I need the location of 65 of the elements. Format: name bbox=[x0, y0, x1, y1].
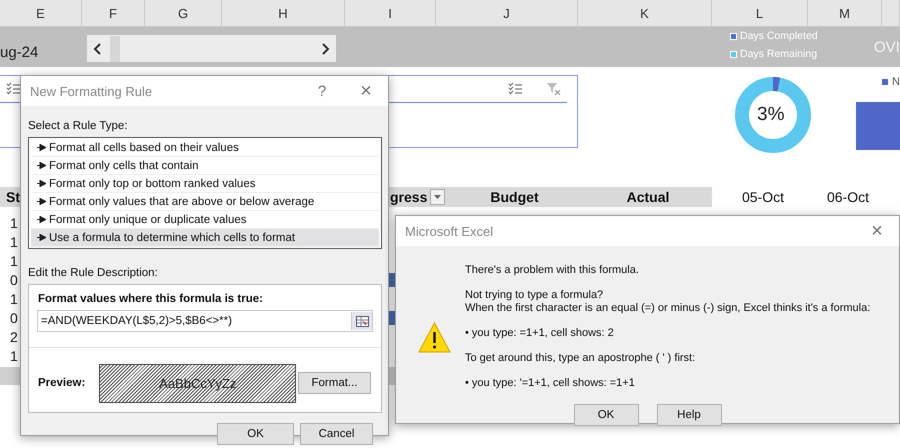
arrow-icon bbox=[37, 198, 46, 205]
column-header[interactable]: F bbox=[82, 0, 145, 26]
table-cell: 2 bbox=[10, 328, 18, 344]
column-header[interactable]: M bbox=[808, 0, 882, 26]
help-button[interactable]: ? bbox=[300, 76, 344, 106]
scroll-thumb[interactable] bbox=[110, 36, 120, 62]
column-header[interactable]: K bbox=[578, 0, 712, 26]
checklist-icon[interactable] bbox=[6, 82, 20, 96]
date-text: ug-24 bbox=[0, 44, 38, 61]
message-text: • you type: =1+1, cell shows: 2 bbox=[465, 327, 615, 340]
table-cell: 0 bbox=[10, 272, 18, 288]
close-button[interactable]: × bbox=[855, 216, 899, 246]
column-header[interactable]: H bbox=[222, 0, 345, 26]
column-heading: Actual bbox=[626, 189, 670, 205]
section-label: Select a Rule Type: bbox=[28, 120, 129, 132]
column-heading: 05-Oct bbox=[742, 189, 784, 205]
legend-item: N bbox=[882, 76, 900, 88]
formula-label: Format values where this formula is true: bbox=[38, 293, 264, 305]
formula-field[interactable]: =AND(WEEKDAY(L$5,2)>5,$B6<>**) bbox=[37, 310, 373, 332]
arrow-icon bbox=[37, 180, 46, 187]
column-heading: gress bbox=[390, 189, 428, 205]
close-button[interactable]: × bbox=[344, 76, 388, 106]
dialog-title: New Formatting Rule bbox=[30, 84, 154, 98]
table-cell: 1 bbox=[10, 214, 18, 230]
clear-filter-icon[interactable] bbox=[546, 82, 561, 96]
table-cell: 0 bbox=[10, 310, 18, 326]
scroll-bar[interactable] bbox=[87, 35, 336, 62]
warning-icon bbox=[418, 322, 451, 353]
column-header[interactable]: E bbox=[0, 0, 82, 26]
filter-dropdown[interactable] bbox=[430, 189, 445, 205]
preview-label: Preview: bbox=[38, 377, 86, 389]
table-cell: 1 bbox=[10, 290, 18, 306]
message-text: • you type: '=1+1, cell shows: =1+1 bbox=[465, 377, 636, 390]
table-cell: 1 bbox=[10, 252, 18, 268]
table-cell: 1 bbox=[10, 348, 18, 364]
ok-button[interactable]: OK bbox=[574, 404, 638, 426]
column-heading: Budget bbox=[490, 189, 539, 205]
arrow-icon bbox=[37, 162, 46, 169]
column-header[interactable]: I bbox=[345, 0, 436, 26]
column-heading: St bbox=[6, 189, 20, 205]
cancel-button[interactable]: Cancel bbox=[300, 423, 373, 445]
rule-type-item[interactable]: Use a formula to determine which cells to format bbox=[31, 229, 379, 247]
column-header[interactable]: J bbox=[436, 0, 578, 26]
chart-bar bbox=[856, 102, 900, 150]
arrow-icon bbox=[37, 234, 46, 241]
column-heading: 06-Oct bbox=[826, 189, 869, 205]
legend-item: Days Completed bbox=[730, 30, 882, 42]
arrow-icon bbox=[37, 144, 46, 151]
checklist-icon[interactable] bbox=[508, 82, 522, 96]
message-text: There's a problem with this formula. bbox=[465, 264, 640, 277]
column-header[interactable]: G bbox=[145, 0, 222, 26]
ok-button[interactable]: OK bbox=[217, 423, 294, 445]
donut-percent: 3% bbox=[757, 104, 784, 126]
table-cell: 1 bbox=[10, 234, 18, 250]
message-text: When the first character is an equal (=) or minus (-) sign, Excel thinks it's a formula: bbox=[465, 302, 870, 315]
dialog-title: Microsoft Excel bbox=[405, 224, 494, 238]
message-text: Not trying to type a formula? bbox=[465, 289, 604, 302]
section-label: Edit the Rule Description: bbox=[28, 267, 159, 279]
format-button[interactable]: Format... bbox=[298, 372, 371, 394]
column-header[interactable]: L bbox=[712, 0, 808, 26]
help-button[interactable]: Help bbox=[656, 404, 722, 426]
caret-icon bbox=[434, 195, 442, 199]
message-text: To get around this, type an apostrophe ( ' ) first: bbox=[465, 352, 696, 365]
arrow-icon bbox=[37, 216, 46, 223]
range-select-icon[interactable] bbox=[351, 312, 372, 330]
